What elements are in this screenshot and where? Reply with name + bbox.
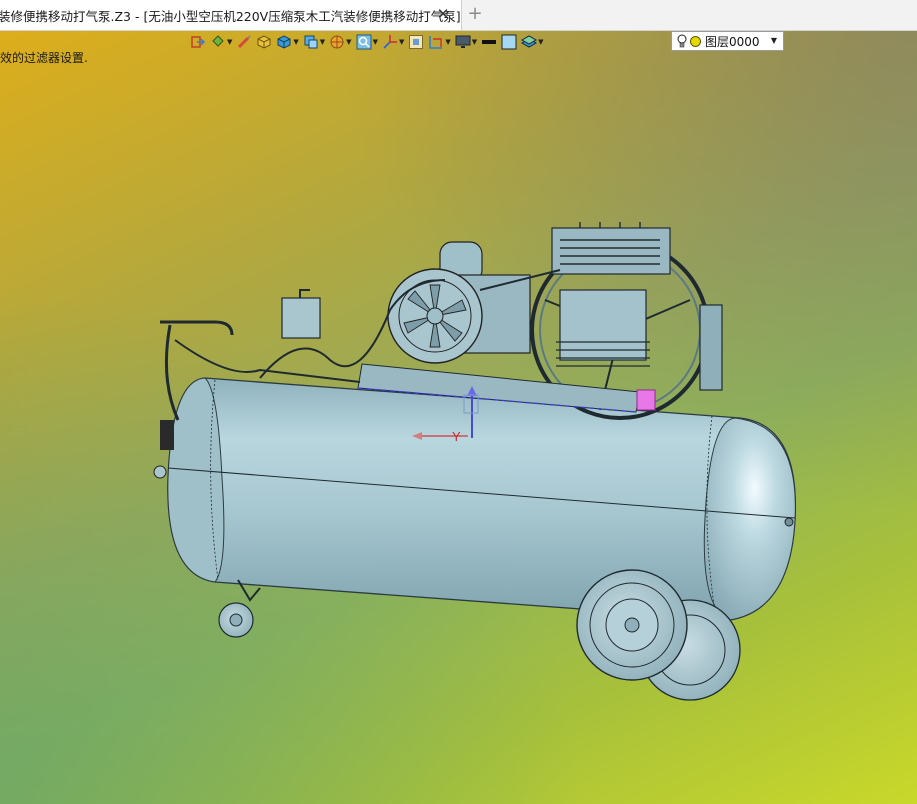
new-tab-button[interactable]: + xyxy=(466,5,484,23)
chevron-down-icon: ▼ xyxy=(770,36,777,45)
color-swatch-button[interactable] xyxy=(501,32,517,52)
chevron-down-icon: ▼ xyxy=(445,37,451,46)
compressor-model[interactable]: Y xyxy=(0,0,917,804)
close-icon[interactable]: ✕ xyxy=(435,6,451,22)
triad-y-label: Y xyxy=(452,429,461,444)
color-swatch-icon xyxy=(501,34,517,50)
frame-button[interactable] xyxy=(408,32,424,52)
zoom-view-icon xyxy=(356,34,372,50)
document-tab-bar: 装修便携移动打气泵.Z3 - [无油小型空压机220V压缩泵木工汽装修便携移动打… xyxy=(0,0,917,31)
chevron-down-icon: ▼ xyxy=(538,37,544,46)
box-yellow-button[interactable] xyxy=(256,32,272,52)
box-faces-button[interactable]: ▼ xyxy=(303,32,325,52)
sphere-grid-button[interactable]: ▼ xyxy=(329,32,352,52)
view-toolbar: ▼ ▼ ▼ ▼ ▼ ▼ ▼ ▼ ▼ xyxy=(190,31,548,53)
box-blue-button[interactable]: ▼ xyxy=(276,32,299,52)
dimension-button[interactable]: ▼ xyxy=(428,32,451,52)
lightbulb-icon xyxy=(677,34,687,48)
3d-viewport[interactable]: Y xyxy=(0,0,917,804)
chevron-down-icon: ▼ xyxy=(346,37,352,46)
box-blue-icon xyxy=(277,35,291,49)
zoom-view-button[interactable]: ▼ xyxy=(356,32,378,52)
document-tab[interactable]: 装修便携移动打气泵.Z3 - [无油小型空压机220V压缩泵木工汽装修便携移动打… xyxy=(0,0,462,30)
layers-button[interactable]: ▼ xyxy=(521,32,544,52)
monitor-button[interactable]: ▼ xyxy=(455,32,477,52)
brush-button[interactable] xyxy=(236,32,252,52)
chevron-down-icon: ▼ xyxy=(227,37,233,46)
box-yellow-icon xyxy=(257,35,271,49)
exit-button[interactable] xyxy=(190,32,206,52)
line-style-button[interactable] xyxy=(481,32,497,52)
layers-icon xyxy=(521,35,538,48)
monitor-icon xyxy=(455,35,471,48)
electric-motor xyxy=(387,241,531,364)
document-tab-title: 装修便携移动打气泵.Z3 - [无油小型空压机220V压缩泵木工汽装修便携移动打… xyxy=(0,8,461,24)
chevron-down-icon: ▼ xyxy=(398,37,405,46)
dimension-icon xyxy=(429,36,443,49)
layer-color-dot xyxy=(690,35,701,47)
status-message: 效的过滤器设置. xyxy=(0,51,88,65)
box-faces-icon xyxy=(304,35,318,49)
air-tank xyxy=(167,377,797,621)
exit-icon xyxy=(191,36,205,48)
chevron-down-icon: ▼ xyxy=(293,37,299,46)
layer-select[interactable]: 图层0000 ▼ xyxy=(671,31,784,51)
paint-bucket-button[interactable]: ▼ xyxy=(210,32,232,52)
frame-icon xyxy=(409,35,424,49)
pen-brush-icon xyxy=(238,35,252,49)
chevron-down-icon: ▼ xyxy=(319,37,326,46)
chevron-down-icon: ▼ xyxy=(372,37,378,46)
axis-triad-button[interactable]: ▼ xyxy=(382,32,404,52)
sphere-grid-icon xyxy=(330,35,344,49)
chevron-down-icon: ▼ xyxy=(471,37,478,46)
axis-triad-icon xyxy=(383,35,397,49)
line-black-icon xyxy=(482,40,497,44)
layer-name: 图层0000 xyxy=(705,34,760,49)
paint-bucket-icon xyxy=(212,35,225,48)
